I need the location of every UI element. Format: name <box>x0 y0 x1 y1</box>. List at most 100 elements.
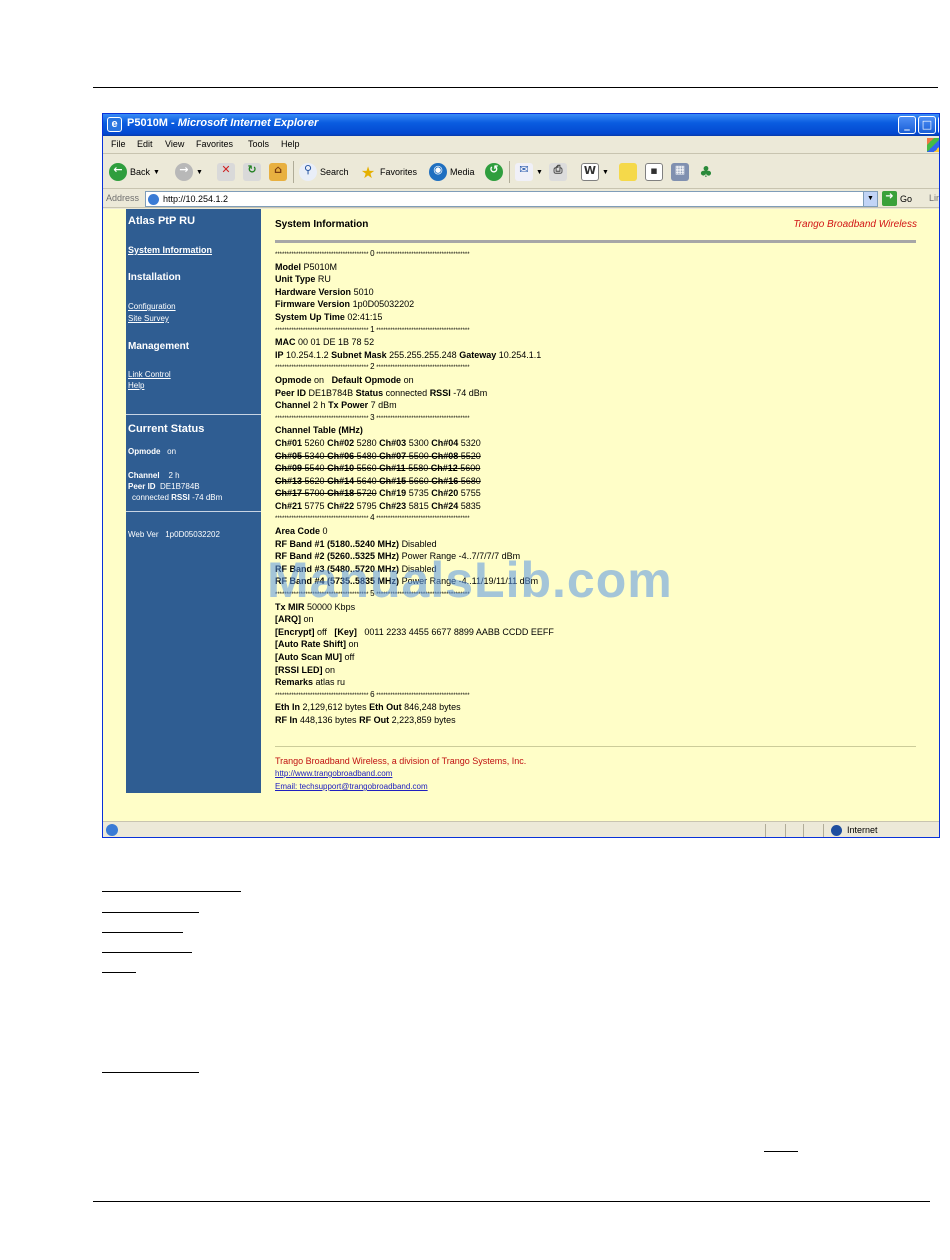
forward-button[interactable]: → ▼ <box>175 163 203 181</box>
menu-tools[interactable]: Tools <box>248 139 269 149</box>
system-info-list: ****************************************… <box>275 248 916 727</box>
mail-button[interactable]: ✉ ▼ <box>515 163 543 181</box>
brand-name: Trango Broadband Wireless <box>793 219 917 230</box>
close-icon[interactable]: × <box>938 116 939 134</box>
messenger-button[interactable]: ♣ <box>697 163 715 181</box>
menu-bar: File Edit View Favorites Tools Help <box>103 136 939 154</box>
address-label: Address <box>106 193 140 203</box>
page-icon <box>148 194 159 205</box>
chevron-down-icon[interactable]: ▼ <box>153 169 160 176</box>
section-separator-4: ****************************************… <box>275 513 470 523</box>
channel-table-row: Ch#01 5260 Ch#02 5280 Ch#03 5300 Ch#04 5… <box>275 437 481 448</box>
minimize-icon[interactable]: _ <box>898 116 916 134</box>
tools-icon: ▦ <box>671 163 689 181</box>
ie-logo-icon: e <box>107 117 122 132</box>
title-bar[interactable]: e P5010M - Microsoft Internet Explorer _… <box>103 114 939 136</box>
section-separator-1: ****************************************… <box>275 324 470 334</box>
status-cell-divider <box>785 824 786 837</box>
main-panel: System Information Trango Broadband Wire… <box>275 209 920 809</box>
tools-button[interactable]: ▦ <box>671 163 689 181</box>
sidebar-heading-current-status: Current Status <box>128 423 205 435</box>
document-rule <box>102 912 199 913</box>
channel-table-row: Ch#13 5620 Ch#14 5640 Ch#15 5660 Ch#16 5… <box>275 475 481 486</box>
sidebar-item-help[interactable]: Help <box>128 381 144 390</box>
mac-row: MAC 00 01 DE 1B 78 52 <box>275 337 375 348</box>
firmware-version-row: Firmware Version 1p0D05032202 <box>275 299 415 310</box>
channel-table-row: Ch#05 5340 Ch#06 5480 Ch#07 5500 Ch#08 5… <box>275 450 481 461</box>
menu-file[interactable]: File <box>111 139 126 149</box>
chevron-down-icon[interactable]: ▼ <box>196 169 203 176</box>
hardware-version-row: Hardware Version 5010 <box>275 286 374 297</box>
opmode-row: Opmode on Default Opmode on <box>275 374 414 385</box>
print-button[interactable]: ⎙ <box>549 163 567 181</box>
history-button[interactable]: ↺ <box>485 163 503 181</box>
unit-type-row: Unit Type RU <box>275 274 331 285</box>
note-icon <box>619 163 637 181</box>
page-icon <box>106 824 118 836</box>
rf-band-1-row: RF Band #1 (5180..5240 MHz) Disabled <box>275 538 437 549</box>
footer-website-link[interactable]: http://www.trangobroadband.com <box>275 769 392 778</box>
search-button[interactable]: ⚲ Search <box>299 163 349 181</box>
stop-button[interactable]: ✕ <box>217 163 235 181</box>
area-code-row: Area Code 0 <box>275 526 328 537</box>
back-arrow-icon: ← <box>109 163 127 181</box>
footer-company: Trango Broadband Wireless, a division of… <box>275 756 527 766</box>
sidebar-item-configuration[interactable]: Configuration <box>128 302 176 311</box>
menu-edit[interactable]: Edit <box>137 139 153 149</box>
section-separator-0: ****************************************… <box>275 249 470 258</box>
menu-help[interactable]: Help <box>281 139 300 149</box>
edit-button[interactable]: W ▼ <box>581 163 609 181</box>
notes-button[interactable] <box>619 163 637 181</box>
toolbar-separator <box>509 161 510 183</box>
address-url: http://10.254.1.2 <box>163 194 229 204</box>
search-label: Search <box>320 167 349 177</box>
links-label[interactable]: Lin <box>929 193 939 203</box>
watermark: ManualsLib.com <box>267 552 673 608</box>
edit-icon: W <box>581 163 599 181</box>
refresh-icon: ↻ <box>243 163 261 181</box>
menu-view[interactable]: View <box>165 139 184 149</box>
home-button[interactable]: ⌂ <box>269 163 287 181</box>
sidebar-item-system-information[interactable]: System Information <box>128 245 212 255</box>
status-rssi: connected RSSI -74 dBm <box>132 493 223 502</box>
toolbar-separator <box>293 161 294 183</box>
media-button[interactable]: ◉ Media <box>429 163 475 181</box>
section-separator-3: ****************************************… <box>275 412 470 422</box>
maximize-icon[interactable]: □ <box>918 116 936 134</box>
research-button[interactable]: ▪ <box>645 163 663 181</box>
document-rule <box>102 952 192 953</box>
security-zone: Internet <box>847 825 878 835</box>
favorites-button[interactable]: ★ Favorites <box>359 163 417 182</box>
sidebar-item-site-survey[interactable]: Site Survey <box>128 314 169 323</box>
channel-row: Channel 2 h Tx Power 7 dBm <box>275 400 397 411</box>
chevron-down-icon[interactable]: ▼ <box>602 169 609 176</box>
status-peer-id: Peer ID DE1B784B <box>128 482 200 491</box>
refresh-button[interactable]: ↻ <box>243 163 261 181</box>
sidebar: Atlas PtP RU System Information Installa… <box>126 209 261 793</box>
go-arrow-icon: ➜ <box>882 191 897 206</box>
media-globe-icon: ◉ <box>429 163 447 181</box>
footer-email-link[interactable]: Email: techsupport@trangobroadband.com <box>275 782 428 791</box>
peer-row: Peer ID DE1B784B Status connected RSSI -… <box>275 387 488 398</box>
auto-scan-row: [Auto Scan MU] off <box>275 652 355 662</box>
toolbar: ← Back ▼ → ▼ ✕ ↻ ⌂ ⚲ Search ★ Favorites … <box>103 155 939 189</box>
status-channel: Channel 2 h <box>128 471 180 480</box>
chevron-down-icon[interactable]: ▼ <box>536 169 543 176</box>
menu-favorites[interactable]: Favorites <box>196 139 233 149</box>
document-rule <box>102 932 183 933</box>
print-icon: ⎙ <box>549 163 567 181</box>
media-label: Media <box>450 167 475 177</box>
document-rule <box>102 1072 199 1073</box>
chevron-down-icon[interactable]: ▼ <box>863 192 877 206</box>
sidebar-heading-management: Management <box>128 341 190 352</box>
internet-zone-icon <box>831 825 842 836</box>
sidebar-item-link-control[interactable]: Link Control <box>128 370 171 379</box>
page-title: System Information <box>275 219 369 230</box>
back-button[interactable]: ← Back ▼ <box>109 163 160 181</box>
address-input[interactable]: http://10.254.1.2 ▼ <box>145 191 878 207</box>
channel-table-row: Ch#09 5540 Ch#10 5560 Ch#11 5580 Ch#12 5… <box>275 463 481 474</box>
sidebar-title: Atlas PtP RU <box>128 215 196 227</box>
go-button[interactable]: ➜ Go <box>882 191 912 206</box>
status-cell-divider <box>823 824 824 837</box>
model-row: Model P5010M <box>275 261 338 272</box>
